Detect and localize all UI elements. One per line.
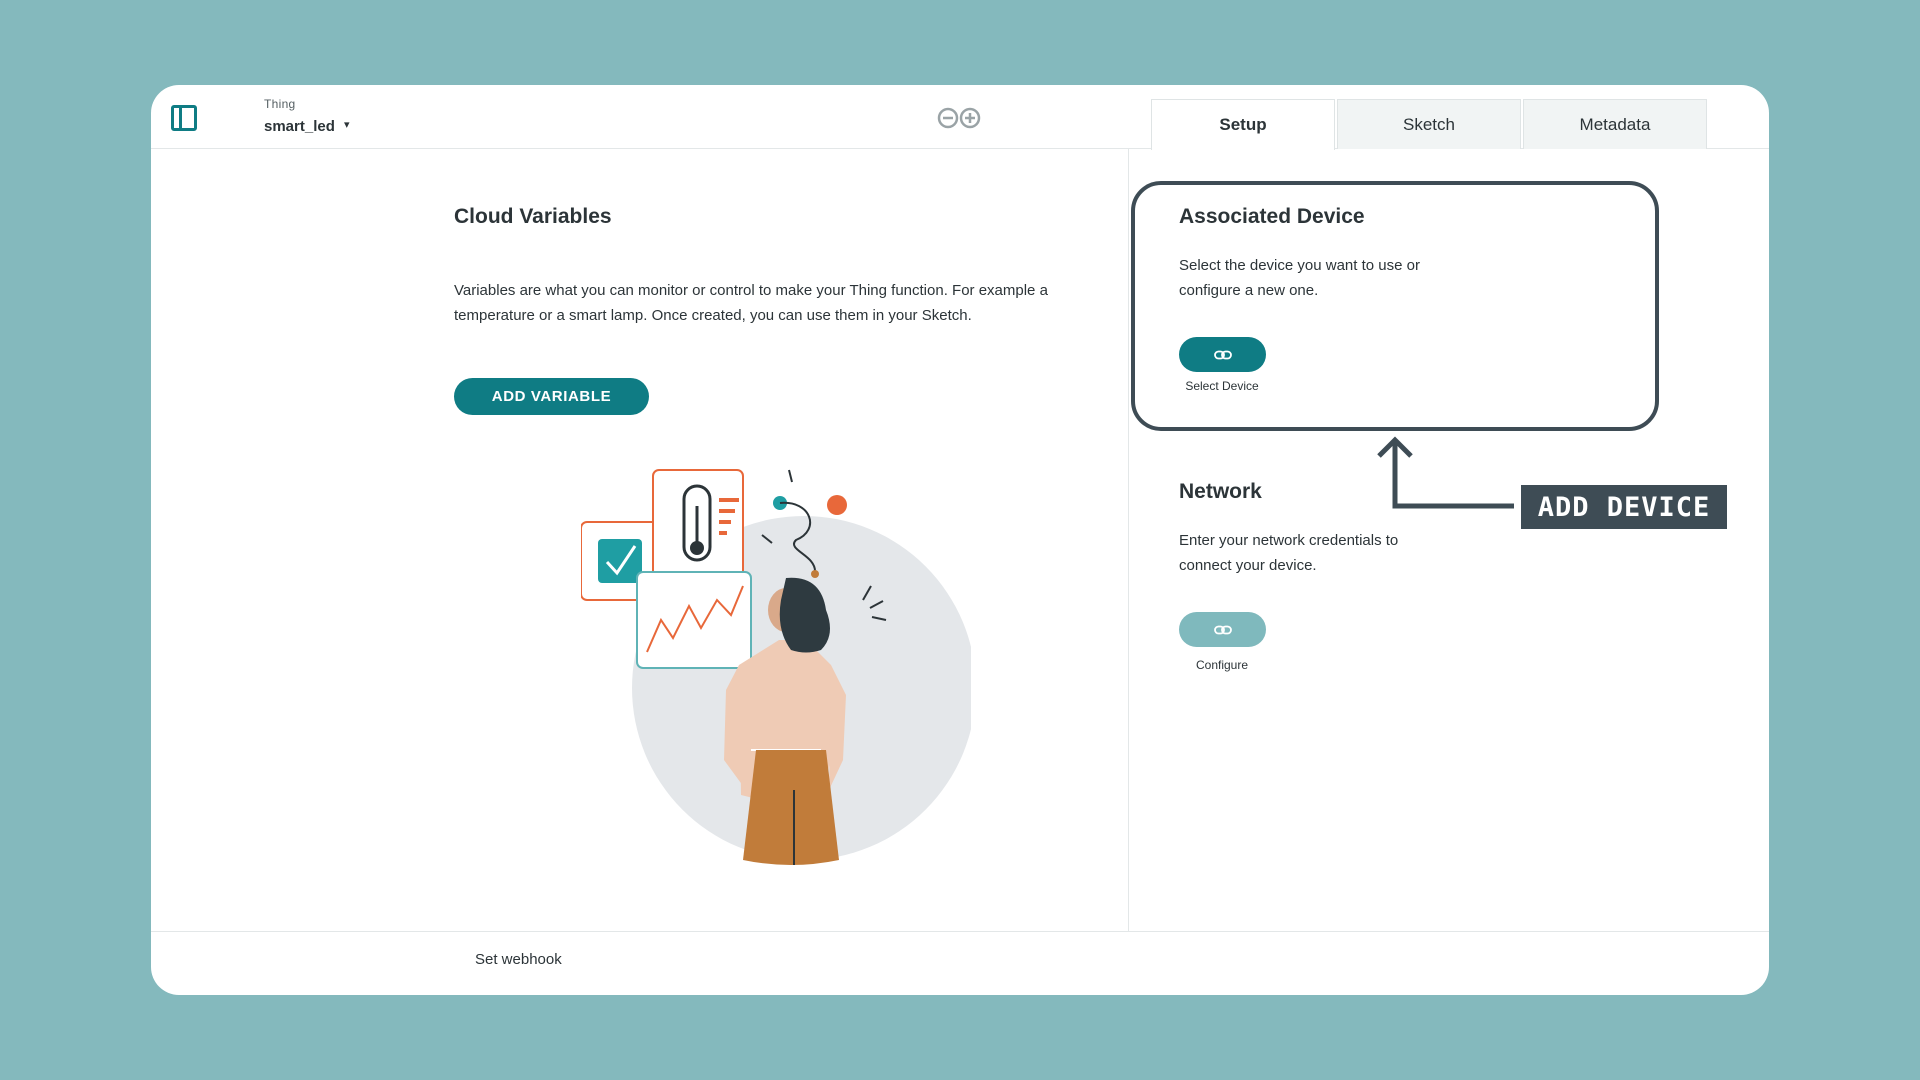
link-icon [1213, 350, 1232, 359]
tab-sketch[interactable]: Sketch [1337, 99, 1521, 149]
annotation-arrow-icon [1377, 436, 1514, 509]
associated-device-description: Select the device you want to use or con… [1179, 257, 1420, 299]
cloud-variables-title: Cloud Variables [454, 205, 612, 228]
top-bar: Thing smart_led ▾ Setup Sketch Metadata [151, 85, 1769, 150]
associated-device-title: Associated Device [1179, 205, 1365, 228]
tab-metadata[interactable]: Metadata [1523, 99, 1707, 149]
network-description: Enter your network credentials to connec… [1179, 532, 1399, 574]
select-device-caption[interactable]: Select Device [1162, 379, 1282, 393]
footer-bar: Set webhook [151, 931, 1769, 995]
select-device-button[interactable] [1179, 337, 1266, 372]
caret-down-icon[interactable]: ▾ [344, 118, 350, 131]
thing-label: Thing [264, 97, 296, 111]
configure-network-button[interactable] [1179, 612, 1266, 647]
thing-name-dropdown[interactable]: smart_led [264, 118, 335, 135]
set-webhook-link[interactable]: Set webhook [475, 951, 562, 968]
add-variable-button[interactable]: ADD VARIABLE [454, 378, 649, 415]
add-device-annotation: ADD DEVICE [1521, 485, 1727, 529]
cloud-variables-description: Variables are what you can monitor or co… [454, 282, 1048, 324]
empty-state-illustration [581, 469, 971, 865]
arduino-logo-icon [937, 107, 981, 129]
app-window: Thing smart_led ▾ Setup Sketch Metadata … [151, 85, 1769, 995]
network-title: Network [1179, 480, 1262, 503]
tab-setup[interactable]: Setup [1151, 99, 1335, 150]
link-icon [1213, 625, 1232, 634]
sidebar-toggle-icon[interactable] [171, 105, 197, 131]
configure-caption[interactable]: Configure [1162, 658, 1282, 672]
